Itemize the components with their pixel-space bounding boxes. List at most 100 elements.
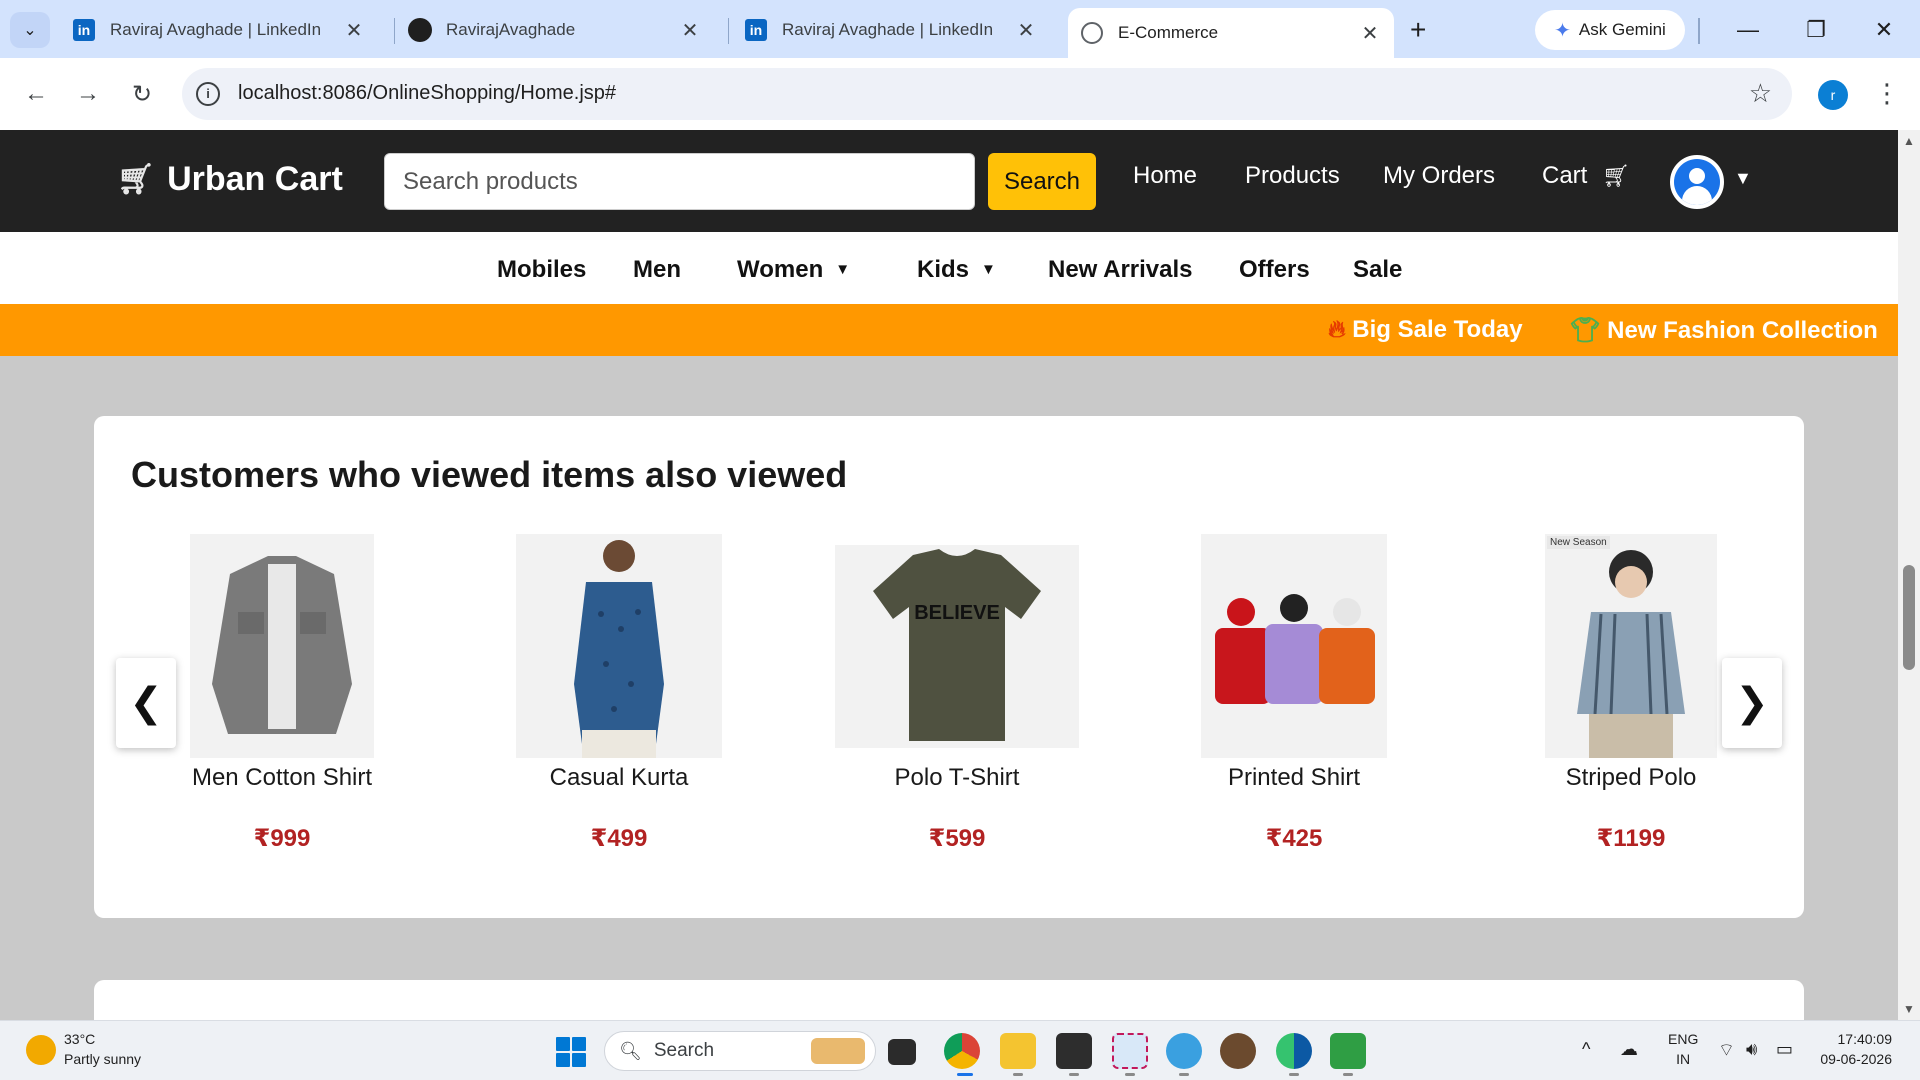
clock[interactable]: 17:40:09 09-06-2026 <box>1812 1031 1892 1067</box>
volume-icon[interactable]: 🔊︎ <box>1746 1039 1757 1060</box>
category-label: Men <box>633 256 681 283</box>
weather-sun-icon[interactable] <box>26 1035 56 1065</box>
terminal-icon[interactable] <box>1056 1033 1092 1069</box>
back-button[interactable]: ← <box>18 76 54 112</box>
tab-title: Raviraj Avaghade | LinkedIn <box>782 20 994 39</box>
product-card[interactable]: Casual Kurta ₹499 <box>479 534 759 874</box>
clock-date: 09-06-2026 <box>1820 1051 1892 1067</box>
wifi-icon[interactable]: ⌔ <box>1718 1039 1735 1062</box>
site-header: 🛒︎ Urban Cart Search Home Products My Or… <box>0 130 1898 232</box>
product-card[interactable]: Men Cotton Shirt ₹999 <box>142 534 422 874</box>
edge-icon[interactable] <box>1276 1033 1312 1069</box>
category-new-arrivals[interactable]: New Arrivals <box>1048 256 1193 284</box>
toolbar-separator <box>1698 18 1700 44</box>
product-search-input[interactable] <box>384 153 975 210</box>
product-card[interactable]: BELIEVE Polo T-Shirt ₹599 <box>817 534 1097 874</box>
taskbar-search[interactable]: 🔍︎ Search <box>604 1031 876 1071</box>
product-image[interactable]: New Season <box>1545 534 1717 758</box>
promo-big-sale[interactable]: 🔥︎ Big Sale Today <box>1328 316 1523 344</box>
category-sale[interactable]: Sale <box>1353 256 1402 284</box>
address-bar[interactable]: i localhost:8086/OnlineShopping/Home.jsp… <box>182 68 1792 120</box>
close-icon[interactable]: ✕ <box>1014 18 1038 43</box>
task-view-icon[interactable] <box>888 1039 916 1065</box>
arrow-right-icon: → <box>76 80 100 107</box>
active-app-indicator <box>957 1073 973 1076</box>
promo-new-fashion[interactable]: 👕︎ New Fashion Collection <box>1570 316 1878 345</box>
new-season-badge: New Season <box>1547 536 1610 549</box>
scroll-up-arrow-icon[interactable]: ▲ <box>1898 134 1920 148</box>
product-image[interactable]: BELIEVE <box>835 545 1079 748</box>
product-name[interactable]: Men Cotton Shirt <box>142 764 422 792</box>
language-indicator[interactable]: ENG IN <box>1668 1031 1698 1067</box>
weather-description[interactable]: Partly sunny <box>64 1051 141 1067</box>
caret-down-icon[interactable]: ▼ <box>1734 168 1752 189</box>
nav-cart[interactable]: Cart 🛒︎ <box>1542 162 1630 190</box>
browser-tab-github[interactable]: RavirajAvaghade ✕ <box>396 8 714 52</box>
weather-temperature[interactable]: 33°C <box>64 1031 95 1047</box>
ask-gemini-button[interactable]: ✦ Ask Gemini <box>1535 10 1685 50</box>
category-nav: Mobiles Men Women ▼ Kids ▼ New Arrivals Offers S… <box>0 232 1898 304</box>
browser-tab-ecommerce[interactable]: E-Commerce ✕ <box>1068 8 1394 58</box>
search-button[interactable]: Search <box>988 153 1096 210</box>
category-offers[interactable]: Offers <box>1239 256 1310 284</box>
brand-name: Urban Cart <box>167 160 343 198</box>
forward-button[interactable]: → <box>70 76 106 112</box>
more-menu-icon[interactable]: ⋮ <box>1874 78 1900 109</box>
globe-icon <box>1080 21 1104 45</box>
promo-text: New Fashion Collection <box>1607 317 1878 344</box>
product-image[interactable] <box>190 534 374 758</box>
start-button[interactable] <box>556 1037 586 1067</box>
url-text[interactable]: localhost:8086/OnlineShopping/Home.jsp# <box>238 82 616 105</box>
minimize-button[interactable]: — <box>1728 12 1768 48</box>
page-scrollbar[interactable]: ▲ ▼ <box>1898 130 1920 1020</box>
close-window-button[interactable]: ✕ <box>1864 12 1904 48</box>
new-tab-button[interactable]: + <box>1410 14 1426 46</box>
battery-icon[interactable]: ▭ <box>1776 1039 1793 1060</box>
scrollbar-thumb[interactable] <box>1903 565 1915 670</box>
browser-tab-linkedin-2[interactable]: in Raviraj Avaghade | LinkedIn ✕ <box>732 8 1050 52</box>
striped-polo-image <box>1545 534 1717 758</box>
category-kids[interactable]: Kids ▼ <box>917 256 996 284</box>
product-image[interactable] <box>516 534 722 758</box>
notepad-icon[interactable] <box>1330 1033 1366 1069</box>
close-icon[interactable]: ✕ <box>1358 21 1382 46</box>
product-name[interactable]: Printed Shirt <box>1154 764 1434 792</box>
user-avatar[interactable] <box>1670 155 1724 209</box>
category-men[interactable]: Men <box>633 256 681 284</box>
chevron-up-icon[interactable]: ^ <box>1582 1039 1590 1060</box>
restore-button[interactable]: ❐ <box>1796 12 1836 48</box>
tab-search-button[interactable]: ⌄ <box>10 12 50 48</box>
nav-my-orders[interactable]: My Orders <box>1383 162 1495 190</box>
product-image[interactable] <box>1201 534 1387 758</box>
tomcat-icon[interactable] <box>1220 1033 1256 1069</box>
github-icon <box>408 18 432 42</box>
app-indicator <box>1289 1073 1299 1076</box>
nav-products[interactable]: Products <box>1245 162 1340 190</box>
profile-avatar[interactable]: r <box>1818 80 1848 110</box>
scroll-down-arrow-icon[interactable]: ▼ <box>1898 1002 1920 1016</box>
bookmark-star-icon[interactable]: ☆ <box>1749 78 1772 109</box>
product-name[interactable]: Casual Kurta <box>479 764 759 792</box>
product-name[interactable]: Polo T-Shirt <box>817 764 1097 792</box>
brand-logo[interactable]: 🛒︎ Urban Cart <box>117 160 343 199</box>
recommendations-card: Customers who viewed items also viewed ❮… <box>94 416 1804 918</box>
shirt-image <box>190 534 374 758</box>
category-women[interactable]: Women ▼ <box>737 256 850 284</box>
product-name[interactable]: Striped Polo <box>1491 764 1771 792</box>
site-info-icon[interactable]: i <box>196 82 220 106</box>
chrome-icon[interactable] <box>944 1033 980 1069</box>
search-highlight-image <box>811 1038 865 1064</box>
close-icon[interactable]: ✕ <box>678 18 702 43</box>
product-card[interactable]: Printed Shirt ₹425 <box>1154 534 1434 874</box>
close-icon[interactable]: ✕ <box>342 18 366 43</box>
reload-button[interactable]: ↻ <box>124 76 160 112</box>
nav-home[interactable]: Home <box>1133 162 1197 190</box>
snipping-tool-icon[interactable] <box>1112 1033 1148 1069</box>
tshirt-image: BELIEVE <box>835 545 1079 748</box>
cloud-icon[interactable]: ☁ <box>1620 1039 1638 1060</box>
file-explorer-icon[interactable] <box>1000 1033 1036 1069</box>
eclipse-icon[interactable] <box>1166 1033 1202 1069</box>
category-mobiles[interactable]: Mobiles <box>497 256 586 284</box>
carousel-next-button[interactable]: ❯ <box>1722 658 1782 748</box>
browser-tab-linkedin-1[interactable]: in Raviraj Avaghade | LinkedIn ✕ <box>60 8 378 52</box>
